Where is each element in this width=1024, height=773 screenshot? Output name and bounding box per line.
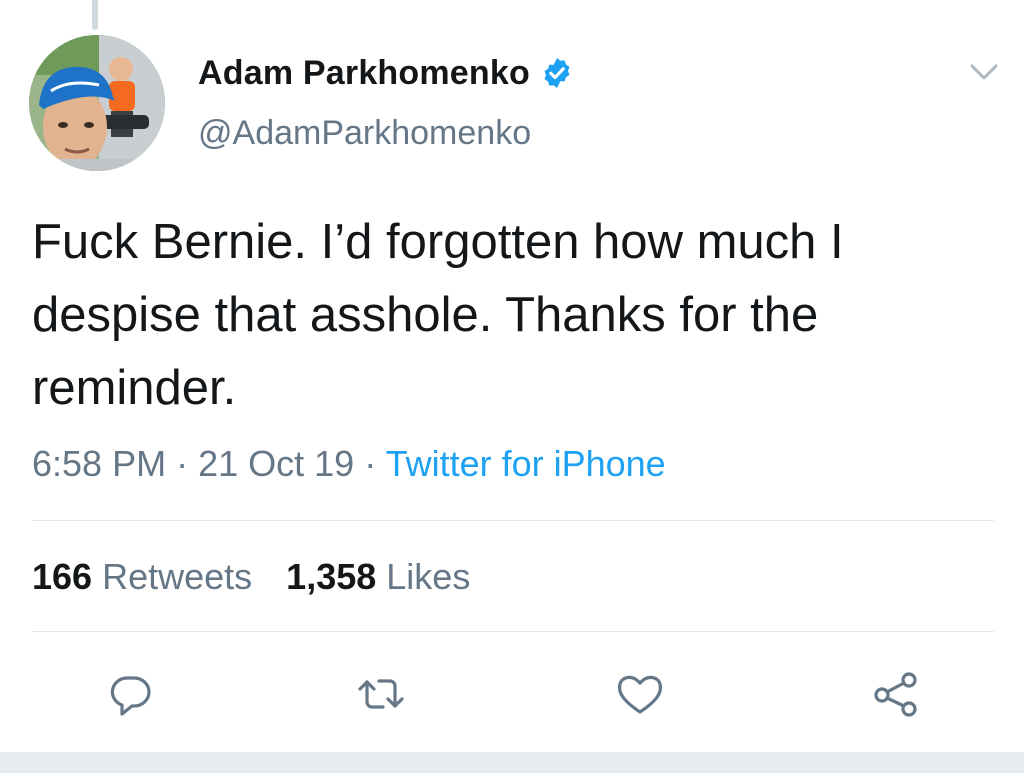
thread-connector-line: [92, 0, 98, 30]
like-button[interactable]: [614, 668, 666, 720]
avatar-photo: [29, 35, 165, 171]
tweet-text: Fuck Bernie. I’d forgotten how much I de…: [32, 215, 858, 415]
verified-badge-icon: [540, 56, 574, 90]
avatar[interactable]: [29, 35, 165, 171]
retweets-count: 166: [32, 556, 93, 597]
bottom-border-bar: [0, 752, 1024, 773]
retweets-stat[interactable]: 166 Retweets: [32, 556, 252, 597]
tweet-stats: 166 Retweets 1,358 Likes: [32, 556, 470, 598]
tweet-metadata: 6:58 PM · 21 Oct 19 · Twitter for iPhone: [32, 443, 666, 485]
tweet-source-link[interactable]: Twitter for iPhone: [386, 443, 666, 484]
tweet-time[interactable]: 6:58 PM: [32, 443, 166, 484]
chevron-down-icon[interactable]: [966, 58, 1002, 86]
retweet-icon: [358, 679, 404, 709]
reply-button[interactable]: [104, 668, 156, 720]
retweet-button[interactable]: [355, 668, 407, 720]
retweets-label: Retweets: [102, 556, 253, 597]
divider: [32, 631, 994, 632]
author-name-row: Adam Parkhomenko: [198, 48, 574, 98]
display-name[interactable]: Adam Parkhomenko: [198, 54, 530, 93]
share-icon: [874, 672, 917, 717]
share-button[interactable]: [870, 668, 922, 720]
likes-stat[interactable]: 1,358 Likes: [286, 556, 470, 597]
likes-count: 1,358: [286, 556, 377, 597]
author-handle[interactable]: @AdamParkhomenko: [198, 114, 531, 153]
meta-separator: ·: [364, 443, 377, 484]
meta-separator: ·: [176, 443, 189, 484]
reply-icon: [110, 676, 151, 716]
heart-icon: [617, 675, 663, 714]
tweet-card: Adam Parkhomenko @AdamParkhomenko Fuck B…: [0, 0, 1024, 773]
divider: [32, 520, 994, 521]
likes-label: Likes: [386, 556, 471, 597]
tweet-date[interactable]: 21 Oct 19: [198, 443, 354, 484]
